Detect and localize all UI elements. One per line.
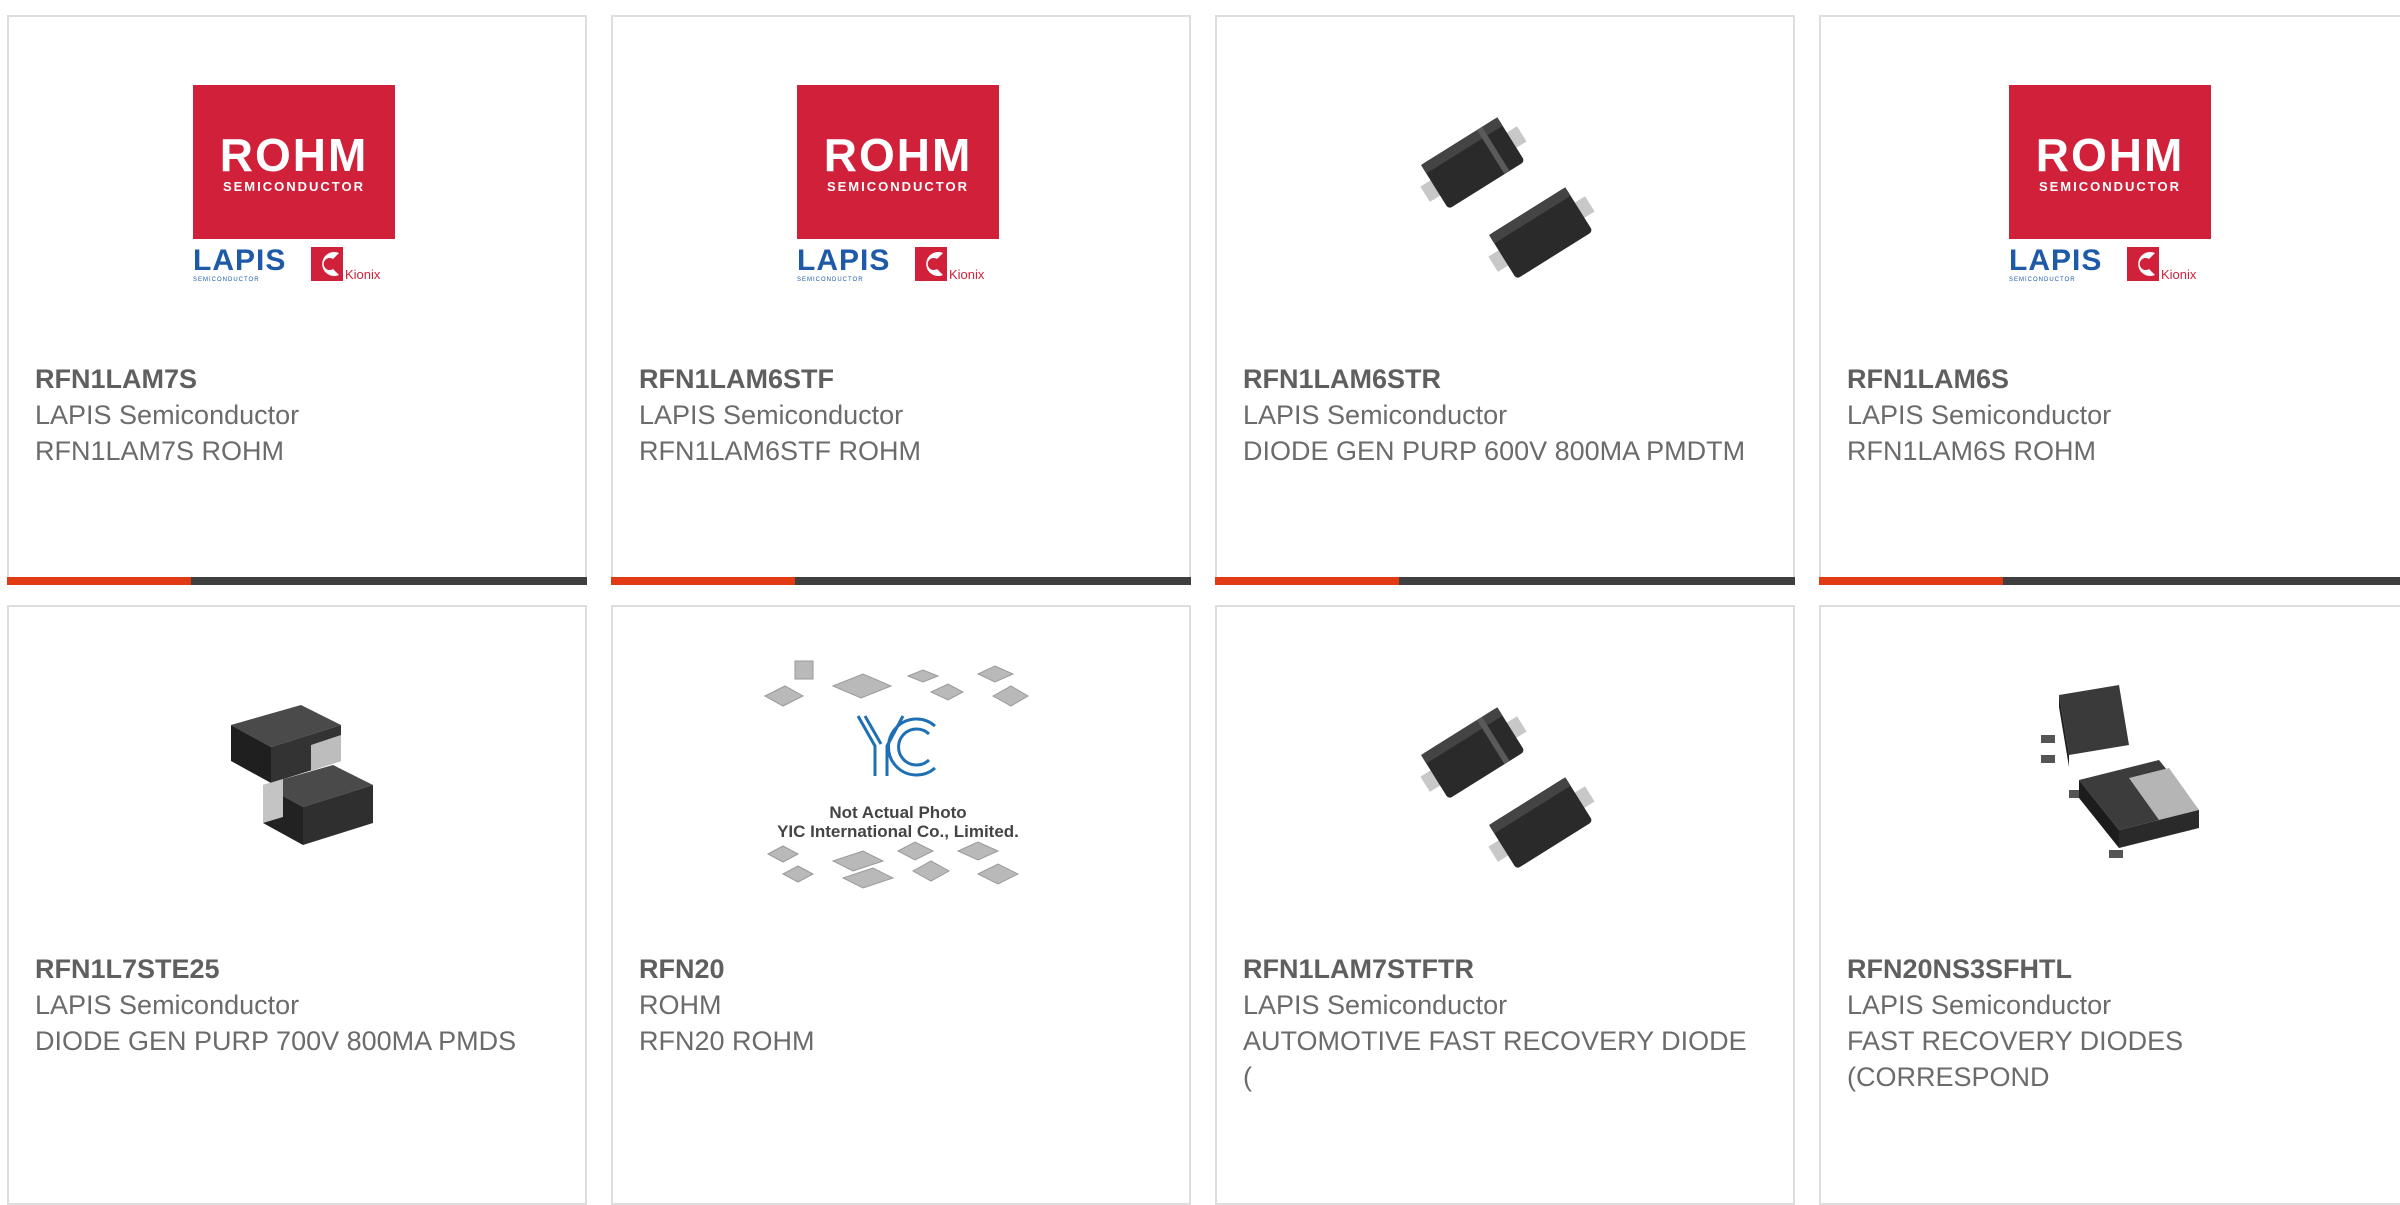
product-image[interactable]: ROHM SEMICONDUCTOR LAPIS SEMICONDUCTOR Ki… bbox=[2009, 85, 2211, 287]
part-number-link[interactable]: RFN20 bbox=[639, 951, 725, 987]
card-accent bbox=[611, 577, 795, 585]
smd-diode-3d-image bbox=[231, 705, 373, 845]
card-bottom-bar bbox=[611, 577, 1191, 585]
kionix-logo: Kionix bbox=[2127, 247, 2197, 282]
manufacturer: LAPIS Semiconductor bbox=[35, 400, 300, 430]
dpak-package-image bbox=[2041, 685, 2199, 858]
part-number-link[interactable]: RFN1LAM6STF bbox=[639, 361, 834, 397]
logo-lapis-sub: SEMICONDUCTOR bbox=[193, 277, 260, 283]
logo-lapis: LAPIS bbox=[2009, 244, 2103, 277]
manufacturer: LAPIS Semiconductor bbox=[1847, 990, 2112, 1020]
product-image[interactable]: ROHM SEMICONDUCTOR LAPIS SEMICONDUCTOR Ki… bbox=[193, 85, 395, 287]
product-image[interactable]: Not Actual Photo YIC International Co., … bbox=[763, 660, 1029, 889]
placeholder-line1: Not Actual Photo bbox=[829, 803, 967, 822]
logo-lapis: LAPIS bbox=[193, 244, 287, 277]
part-number-link[interactable]: RFN1LAM7STFTR bbox=[1243, 951, 1474, 987]
product-card[interactable]: ROHM SEMICONDUCTOR LAPIS SEMICONDUCTOR Ki… bbox=[7, 15, 587, 585]
description: RFN20 ROHM bbox=[639, 1026, 815, 1056]
logo-brand-sub: SEMICONDUCTOR bbox=[826, 178, 970, 194]
description: FAST RECOVERY DIODES (CORRESPOND bbox=[1847, 1026, 2184, 1092]
svg-text:Kionix: Kionix bbox=[2161, 267, 2197, 282]
description: DIODE GEN PURP 600V 800MA PMDTM bbox=[1243, 436, 1746, 466]
product-card[interactable]: RFN1L7STE25 LAPIS Semiconductor DIODE GE… bbox=[7, 605, 587, 1205]
description: DIODE GEN PURP 700V 800MA PMDS bbox=[35, 1026, 517, 1056]
not-actual-photo-placeholder: Not Actual Photo YIC International Co., … bbox=[763, 656, 1029, 896]
product-image[interactable] bbox=[193, 675, 395, 877]
description: RFN1LAM6STF ROHM bbox=[639, 436, 922, 466]
smd-diode-pair-image bbox=[1420, 707, 1595, 868]
logo-brand-sub: SEMICONDUCTOR bbox=[2038, 178, 2182, 194]
logo-brand: ROHM bbox=[2035, 128, 2185, 181]
rohm-lapis-logo: ROHM SEMICONDUCTOR LAPIS SEMICONDUCTOR Ki… bbox=[797, 85, 999, 287]
logo-lapis: LAPIS bbox=[797, 244, 891, 277]
rohm-lapis-logo: ROHM SEMICONDUCTOR LAPIS SEMICONDUCTOR Ki… bbox=[193, 85, 395, 287]
description: RFN1LAM7S ROHM bbox=[35, 436, 285, 466]
manufacturer: LAPIS Semiconductor bbox=[1847, 400, 2112, 430]
description: AUTOMOTIVE FAST RECOVERY DIODE ( bbox=[1243, 1026, 1747, 1092]
svg-text:Kionix: Kionix bbox=[949, 267, 985, 282]
part-number-link[interactable]: RFN1L7STE25 bbox=[35, 951, 220, 987]
product-card[interactable]: Not Actual Photo YIC International Co., … bbox=[611, 605, 1191, 1205]
placeholder-line2: YIC International Co., Limited. bbox=[777, 822, 1019, 841]
manufacturer: LAPIS Semiconductor bbox=[1243, 990, 1508, 1020]
smd-diode-pair-image bbox=[1420, 117, 1595, 278]
card-accent bbox=[7, 577, 191, 585]
manufacturer: ROHM bbox=[639, 990, 722, 1020]
product-card[interactable]: ROHM SEMICONDUCTOR LAPIS SEMICONDUCTOR Ki… bbox=[1819, 15, 2400, 585]
card-bottom-bar bbox=[1819, 577, 2400, 585]
product-image[interactable] bbox=[1401, 85, 1603, 287]
manufacturer: LAPIS Semiconductor bbox=[35, 990, 300, 1020]
card-accent bbox=[1215, 577, 1399, 585]
svg-text:Kionix: Kionix bbox=[345, 267, 381, 282]
part-number-link[interactable]: RFN1LAM7S bbox=[35, 361, 197, 397]
part-number-link[interactable]: RFN1LAM6STR bbox=[1243, 361, 1441, 397]
chip-collage-icon bbox=[763, 660, 1029, 889]
product-card[interactable]: RFN20NS3SFHTL LAPIS Semiconductor FAST R… bbox=[1819, 605, 2400, 1205]
product-card[interactable]: ROHM SEMICONDUCTOR LAPIS SEMICONDUCTOR Ki… bbox=[611, 15, 1191, 585]
manufacturer: LAPIS Semiconductor bbox=[639, 400, 904, 430]
product-card[interactable]: RFN1LAM6STR LAPIS Semiconductor DIODE GE… bbox=[1215, 15, 1795, 585]
product-card[interactable]: RFN1LAM7STFTR LAPIS Semiconductor AUTOMO… bbox=[1215, 605, 1795, 1205]
manufacturer: LAPIS Semiconductor bbox=[1243, 400, 1508, 430]
rohm-lapis-logo: ROHM SEMICONDUCTOR LAPIS SEMICONDUCTOR Ki… bbox=[2009, 85, 2211, 287]
kionix-logo: Kionix bbox=[311, 247, 381, 282]
product-image[interactable] bbox=[2009, 675, 2211, 877]
part-number-link[interactable]: RFN20NS3SFHTL bbox=[1847, 951, 2072, 987]
part-number-link[interactable]: RFN1LAM6S bbox=[1847, 361, 2009, 397]
card-bottom-bar bbox=[1215, 577, 1795, 585]
card-accent bbox=[1819, 577, 2003, 585]
logo-lapis-sub: SEMICONDUCTOR bbox=[2009, 277, 2076, 283]
product-image[interactable]: ROHM SEMICONDUCTOR LAPIS SEMICONDUCTOR Ki… bbox=[797, 85, 999, 287]
logo-lapis-sub: SEMICONDUCTOR bbox=[797, 277, 864, 283]
kionix-logo: Kionix bbox=[915, 247, 985, 282]
logo-brand: ROHM bbox=[219, 128, 369, 181]
product-image[interactable] bbox=[1401, 675, 1603, 877]
logo-brand-sub: SEMICONDUCTOR bbox=[222, 178, 366, 194]
card-bottom-bar bbox=[7, 577, 587, 585]
logo-brand: ROHM bbox=[823, 128, 973, 181]
description: RFN1LAM6S ROHM bbox=[1847, 436, 2097, 466]
